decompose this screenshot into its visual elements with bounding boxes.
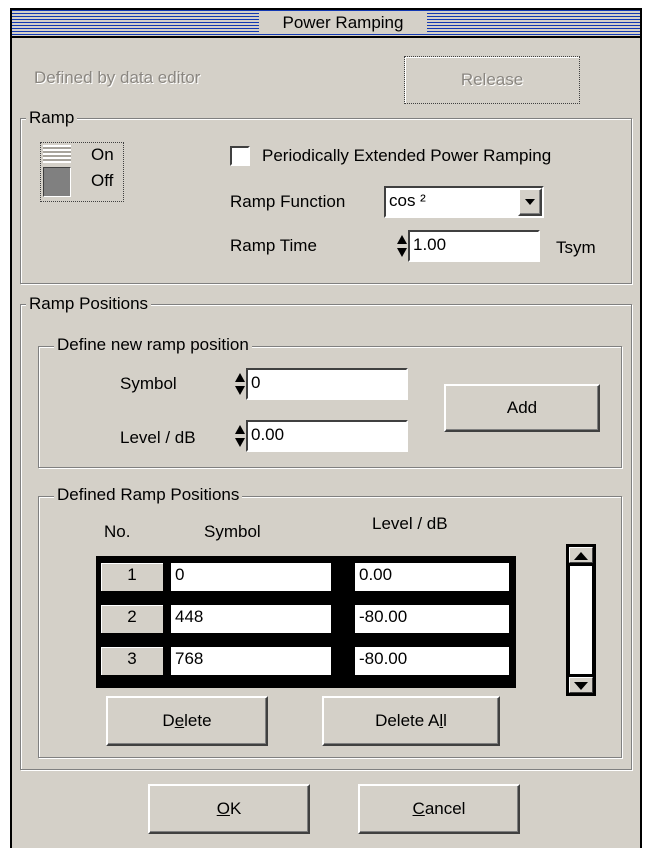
- ramp-function-select[interactable]: cos ²: [384, 186, 544, 218]
- ok-accel-key: O: [216, 799, 230, 818]
- chevron-down-icon[interactable]: [518, 188, 542, 216]
- table-row[interactable]: 2 448 -80.00: [100, 602, 512, 638]
- row-level[interactable]: 0.00: [354, 562, 510, 592]
- extended-ramping-checkbox[interactable]: [230, 146, 250, 166]
- release-button[interactable]: Release: [404, 56, 580, 104]
- switch-off-label: Off: [91, 171, 114, 190]
- scroll-track[interactable]: [570, 566, 592, 674]
- delete-label-pre: D: [162, 711, 175, 730]
- ramp-time-unit: Tsym: [556, 238, 596, 257]
- data-source-label: Defined by data editor: [34, 68, 201, 87]
- positions-table: 1 0 0.00 2 448 -80.00 3 768 -80.00: [96, 556, 516, 688]
- defined-positions-label: Defined Ramp Positions: [54, 485, 243, 505]
- extended-ramping-label: Periodically Extended Power Ramping: [262, 146, 552, 165]
- symbol-label: Symbol: [120, 374, 177, 393]
- cancel-accel-key: C: [412, 799, 425, 818]
- header-symbol: Symbol: [204, 522, 261, 541]
- ramp-time-label: Ramp Time: [230, 236, 317, 255]
- header-level: Level / dB: [372, 514, 448, 533]
- symbol-spinner-icon[interactable]: [234, 370, 246, 398]
- symbol-input[interactable]: 0: [246, 368, 408, 400]
- scroll-down-icon[interactable]: [569, 677, 593, 693]
- row-number: 2: [100, 604, 164, 634]
- delete-label-post: lete: [184, 711, 212, 730]
- ramp-function-value: cos ²: [389, 191, 426, 210]
- ramp-group-label: Ramp: [26, 108, 78, 128]
- scroll-up-icon[interactable]: [569, 547, 593, 563]
- window-title: Power Ramping: [259, 12, 427, 34]
- ramp-positions-label: Ramp Positions: [26, 294, 152, 314]
- on-off-switch[interactable]: On Off: [40, 142, 124, 202]
- table-row[interactable]: 3 768 -80.00: [100, 644, 512, 680]
- ramp-time-input[interactable]: 1.00: [408, 230, 540, 262]
- ok-label-post: K: [229, 799, 242, 818]
- switch-on-indicator: [43, 145, 71, 163]
- row-level[interactable]: -80.00: [354, 604, 510, 634]
- row-level[interactable]: -80.00: [354, 646, 510, 676]
- ramp-time-spinner-icon[interactable]: [396, 232, 408, 260]
- switch-on-label: On: [91, 145, 114, 164]
- ramp-function-label: Ramp Function: [230, 192, 346, 211]
- switch-knob: [43, 167, 71, 197]
- header-no: No.: [104, 522, 131, 541]
- row-number: 1: [100, 562, 164, 592]
- delete-all-label-post: l: [443, 711, 447, 730]
- delete-all-button[interactable]: Delete All: [322, 696, 500, 746]
- cancel-button[interactable]: Cancel: [358, 784, 520, 834]
- row-number: 3: [100, 646, 164, 676]
- level-spinner-icon[interactable]: [234, 422, 246, 450]
- level-label: Level / dB: [120, 428, 196, 447]
- table-scrollbar[interactable]: [566, 544, 596, 696]
- table-row[interactable]: 1 0 0.00: [100, 560, 512, 596]
- cancel-label-post: ancel: [424, 799, 466, 818]
- level-input[interactable]: 0.00: [246, 420, 408, 452]
- title-separator: [12, 36, 640, 38]
- delete-all-label-pre: Delete A: [375, 711, 440, 730]
- row-symbol[interactable]: 448: [170, 604, 332, 634]
- define-new-label: Define new ramp position: [54, 335, 252, 355]
- row-symbol[interactable]: 768: [170, 646, 332, 676]
- add-button[interactable]: Add: [444, 384, 600, 432]
- row-symbol[interactable]: 0: [170, 562, 332, 592]
- ok-button[interactable]: OK: [148, 784, 310, 834]
- delete-button[interactable]: Delete: [106, 696, 268, 746]
- delete-accel-key: e: [174, 711, 185, 730]
